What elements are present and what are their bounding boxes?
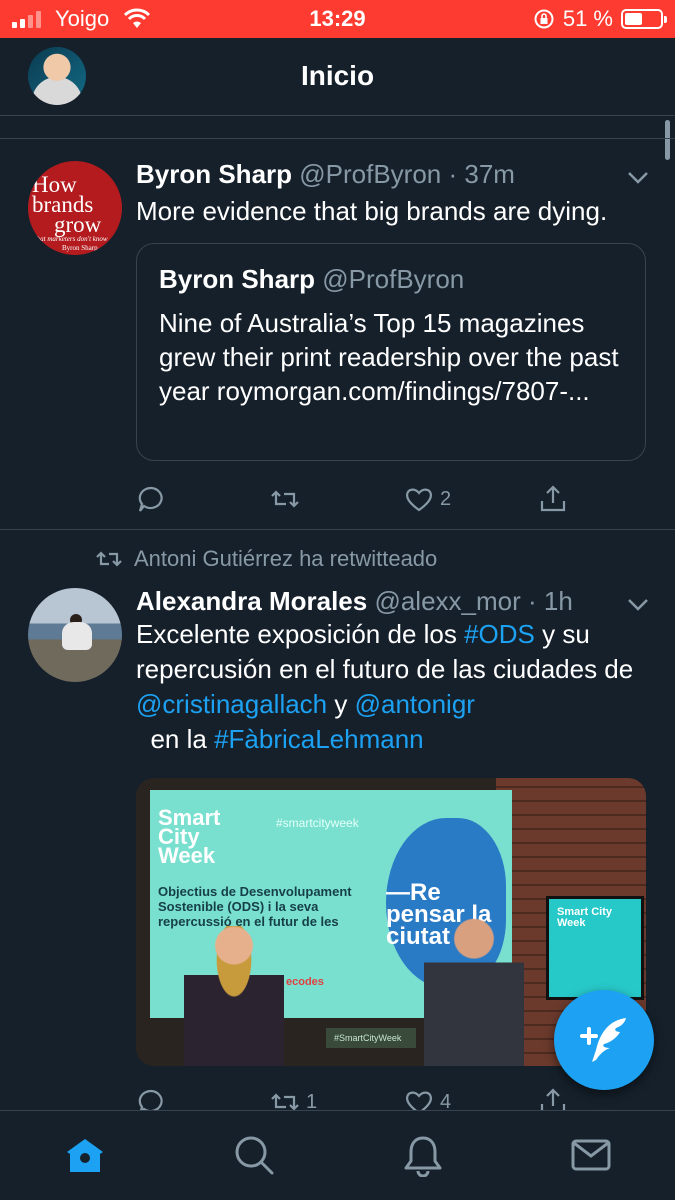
quoted-author-name: Byron Sharp <box>159 264 316 294</box>
bell-icon <box>404 1136 442 1178</box>
avatar-book-cover: How brands grow what marketers don't kno… <box>32 172 108 252</box>
speaker-right <box>424 918 524 1066</box>
compose-feather-icon <box>580 1018 626 1062</box>
hashtag-link[interactable]: #ODS <box>464 619 535 649</box>
quoted-tweet[interactable]: Byron Sharp @ProfByron Nine of Australia… <box>136 243 646 461</box>
chevron-down-icon[interactable] <box>627 171 649 185</box>
tweet-header: Alexandra Morales @alexx_mor · 1h <box>136 586 573 617</box>
quoted-header: Byron Sharp @ProfByron <box>159 264 464 295</box>
mention-link[interactable]: @antonigr <box>355 689 475 719</box>
mention-link[interactable]: @cristinagallach <box>136 689 327 719</box>
mail-icon <box>571 1139 611 1171</box>
reply-button[interactable] <box>136 479 172 519</box>
heart-icon <box>406 488 432 512</box>
like-button[interactable]: 2 <box>404 479 451 519</box>
avatar[interactable] <box>28 588 122 682</box>
tab-notifications[interactable] <box>401 1133 445 1178</box>
like-count: 2 <box>440 487 452 510</box>
tv-monitor: Smart City Week <box>546 896 644 1000</box>
author-handle[interactable]: @alexx_mor <box>374 586 520 616</box>
retweet-icon <box>96 551 122 567</box>
retweeted-by-label[interactable]: Antoni Gutiérrez ha retwitteado <box>134 546 437 572</box>
status-right: 51 % <box>533 0 667 38</box>
tweet-header: Byron Sharp @ProfByron · 37m <box>136 159 515 190</box>
tab-home[interactable] <box>63 1133 107 1177</box>
reply-icon <box>138 486 163 512</box>
tweet-actions: 2 <box>136 479 656 519</box>
hashtag-link[interactable]: #FàbricaLehmann <box>214 724 424 754</box>
chevron-down-icon[interactable] <box>627 598 649 612</box>
search-icon <box>235 1136 274 1175</box>
photo-logo-text: Smart City Week <box>158 805 221 868</box>
quoted-author-handle: @ProfByron <box>322 264 465 294</box>
battery-icon <box>621 9 667 29</box>
tab-search[interactable] <box>232 1133 276 1177</box>
retweet-button[interactable] <box>270 479 306 519</box>
share-button[interactable] <box>538 479 568 519</box>
tweet-card[interactable]: How brands grow what marketers don't kno… <box>0 138 675 530</box>
orientation-lock-icon <box>534 9 554 29</box>
author-handle[interactable]: @ProfByron <box>299 159 441 189</box>
quoted-text: Nine of Australia’s Top 15 magazines gre… <box>159 308 619 406</box>
author-name[interactable]: Alexandra Morales <box>136 586 367 616</box>
retweet-context: Antoni Gutiérrez ha retwitteado <box>96 546 437 572</box>
share-icon <box>540 485 566 512</box>
tweet-time: · 37m <box>448 159 515 189</box>
page-title: Inicio <box>300 60 375 91</box>
top-navbar: Inicio <box>0 38 675 116</box>
avatar[interactable]: How brands grow what marketers don't kno… <box>28 161 122 255</box>
status-bar: Yoigo 13:29 51 % <box>0 0 675 38</box>
author-name[interactable]: Byron Sharp <box>136 159 292 189</box>
tab-messages[interactable] <box>569 1133 613 1177</box>
tweet-text: Excelente exposición de los #ODS y su re… <box>136 619 634 754</box>
tweet-text: More evidence that big brands are dying. <box>136 196 608 226</box>
compose-tweet-button[interactable] <box>554 990 654 1090</box>
bottom-tab-bar <box>0 1110 675 1200</box>
battery-percent: 51 % <box>562 6 613 31</box>
home-icon <box>67 1139 103 1172</box>
speaker-left <box>184 926 284 1066</box>
retweet-icon <box>271 490 299 508</box>
tweet-time: · 1h <box>528 586 573 616</box>
